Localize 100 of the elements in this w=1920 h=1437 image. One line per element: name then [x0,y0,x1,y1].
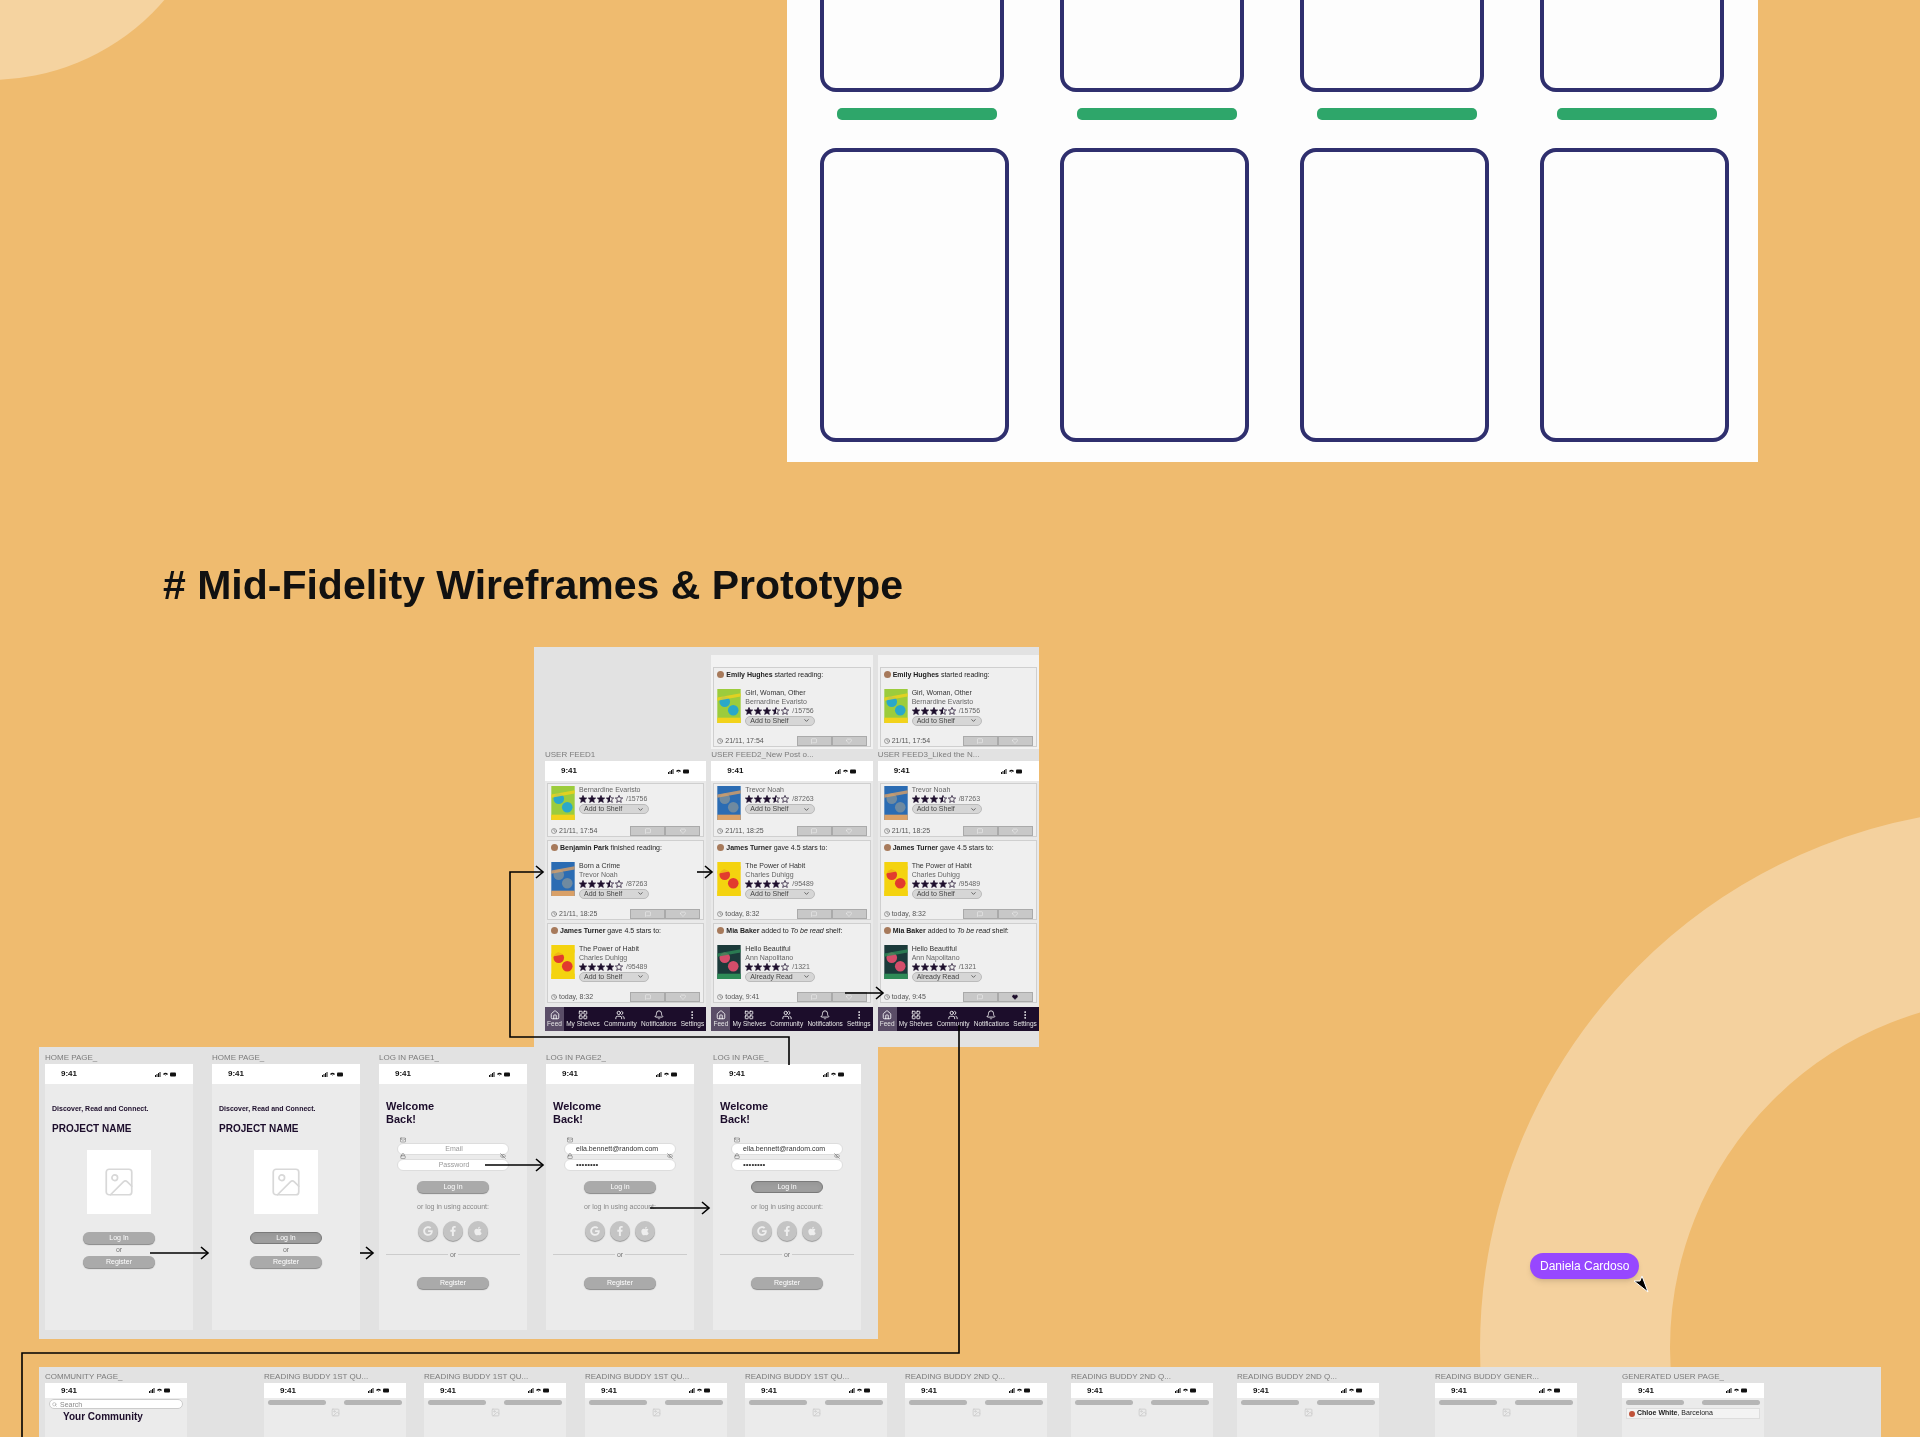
facebook-button[interactable] [610,1220,630,1241]
pill-button[interactable] [665,1400,723,1405]
avatar-icon [1629,1410,1635,1417]
mail-icon [567,1137,573,1143]
comment-button[interactable] [796,825,832,836]
chevron-down-icon [803,717,811,724]
password-field[interactable]: •••••••• [731,1158,843,1171]
heart-icon [846,993,853,1000]
heart-icon [846,910,853,917]
frame-label: READING BUDDY 1ST QU... [424,1371,530,1383]
status-icons [1341,1388,1363,1393]
pill-button[interactable] [1317,1400,1375,1405]
password-field[interactable]: •••••••• [564,1158,676,1171]
pill-button[interactable] [428,1400,486,1405]
comment-icon [644,910,651,917]
status-time: 9:41 [893,765,910,777]
google-icon [757,1225,767,1236]
status-icons [668,768,691,774]
clock-icon [551,993,557,1000]
status-time: 9:41 [228,1068,244,1080]
pill-button[interactable] [1702,1400,1760,1405]
heart-icon [1012,737,1019,744]
star-icon [772,879,781,888]
comment-button[interactable] [796,908,832,919]
frame-label: COMMUNITY PAGE_ [45,1371,124,1383]
google-icon [590,1225,600,1236]
comment-button[interactable] [963,908,998,919]
status-icons [823,1071,845,1077]
pill-button[interactable] [1439,1400,1497,1405]
star-icon [920,706,929,715]
pill-button[interactable] [1626,1400,1684,1405]
pill-button[interactable] [589,1400,647,1405]
pill-button[interactable] [825,1400,883,1405]
google-button[interactable] [752,1220,772,1241]
comment-button[interactable] [963,825,998,836]
star-icon [938,962,947,971]
google-button[interactable] [418,1220,438,1241]
star-icon [929,962,938,971]
people-icon [615,1010,626,1020]
pill-button[interactable] [1241,1400,1299,1405]
comment-button[interactable] [630,991,666,1002]
pill-button[interactable] [1075,1400,1133,1405]
google-button[interactable] [585,1220,605,1241]
connector-arrow [484,1158,545,1172]
status-time: 9:41 [601,1384,617,1397]
comment-button[interactable] [963,735,998,746]
collaborator-label: Daniela Cardoso [1530,1253,1640,1279]
star-icon [911,962,920,971]
status-icons [149,1388,171,1393]
star-icon [754,879,763,888]
section-heading: # Mid-Fidelity Wireframes & Prototype [163,561,904,610]
grid-icon [577,1010,588,1020]
avatar-icon [717,671,725,678]
status-time: 9:41 [1451,1384,1467,1397]
like-button[interactable] [998,991,1033,1002]
image-icon [971,1408,981,1417]
eye-off-icon [500,1153,506,1159]
comment-button[interactable] [630,825,666,836]
star-icon [911,706,920,715]
home-icon [715,1010,726,1020]
status-icons [155,1071,177,1077]
status-icons [1726,1388,1748,1393]
star-icon [745,879,754,888]
like-button[interactable] [831,991,867,1002]
pill-button[interactable] [344,1400,402,1405]
pill-button[interactable] [749,1400,807,1405]
star-icon [772,962,781,971]
pill-button[interactable] [1151,1400,1209,1405]
pill-button[interactable] [909,1400,967,1405]
bell-icon [653,1010,664,1020]
status-icons [656,1071,678,1077]
clock-icon [717,910,724,917]
apple-button[interactable] [635,1220,655,1241]
star-icon [763,879,772,888]
bell-icon [986,1010,997,1020]
apple-button[interactable] [468,1220,488,1241]
star-icon [754,962,763,971]
comment-icon [811,827,818,834]
avatar-icon [883,671,891,678]
status-time: 9:41 [562,1068,578,1080]
comment-button[interactable] [630,908,666,919]
pill-button[interactable] [1515,1400,1573,1405]
pill-button[interactable] [268,1400,326,1405]
facebook-button[interactable] [443,1220,463,1241]
project-title: PROJECT NAME [219,1121,300,1136]
pill-button[interactable] [985,1400,1043,1405]
star-icon [947,879,956,888]
chevron-down-icon [969,805,977,813]
comment-button[interactable] [796,735,832,746]
connector-arrow [359,1246,375,1260]
facebook-button[interactable] [777,1220,797,1241]
community-title: Your Community [63,1411,144,1422]
status-icons [834,768,857,774]
heart-icon [1012,910,1019,917]
comment-icon [977,993,984,1000]
pill-button[interactable] [504,1400,562,1405]
star-icon [947,962,956,971]
apple-button[interactable] [802,1220,822,1241]
star-icon [763,706,772,715]
status-time: 9:41 [440,1384,456,1397]
